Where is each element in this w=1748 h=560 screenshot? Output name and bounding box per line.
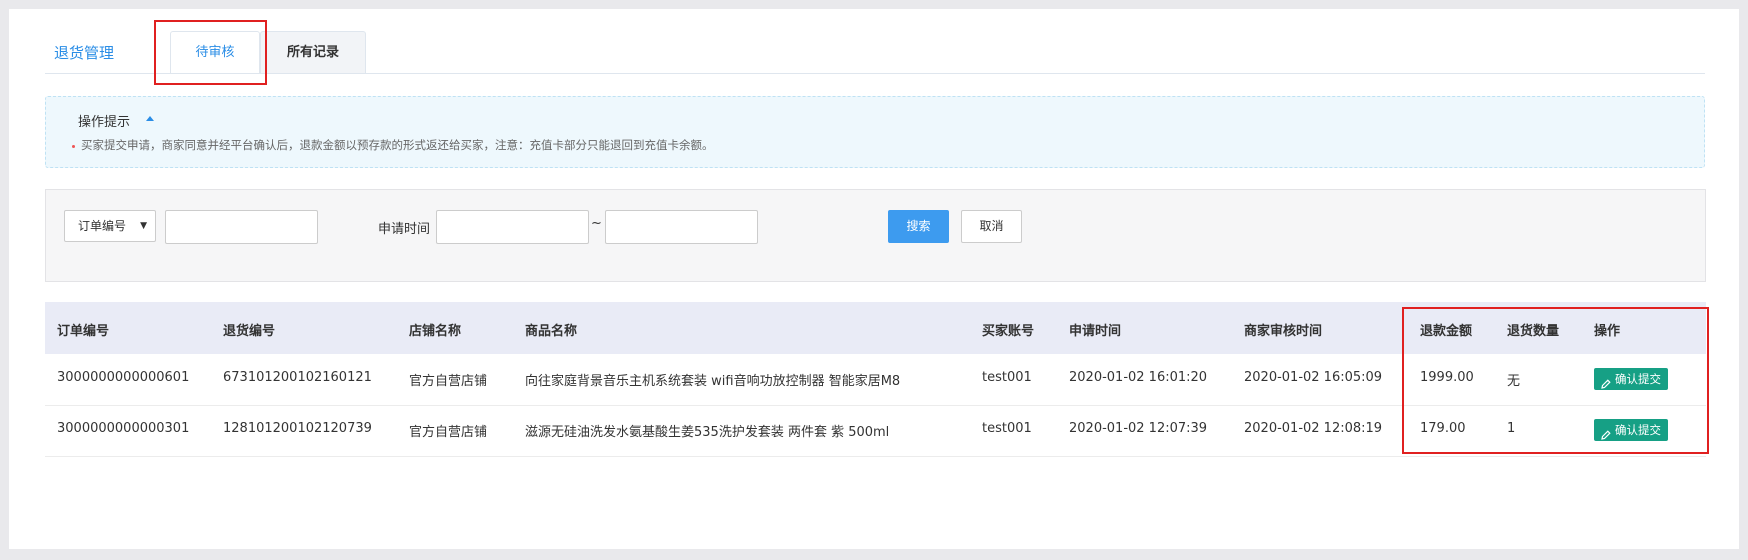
caret-down-icon: ▼	[140, 221, 147, 231]
tips-text: 买家提交申请，商家同意并经平台确认后，退款金额以预存款的形式返还给买家，注意：充…	[81, 138, 714, 152]
tab-divider	[45, 73, 1705, 74]
order-number: 3000000000000301	[57, 421, 190, 436]
column-header: 申请时间	[1069, 324, 1122, 339]
column-header: 退款金额	[1420, 324, 1473, 339]
column-header: 退货编号	[223, 324, 276, 339]
refund-amount: 179.00	[1420, 421, 1466, 436]
bullet-icon	[72, 145, 75, 148]
table-header: 订单编号 退货编号 店铺名称 商品名称 买家账号 申请时间 商家审核时间 退款金…	[45, 302, 1706, 354]
return-quantity: 无	[1507, 374, 1521, 389]
tab-all-records[interactable]: 所有记录	[260, 31, 366, 73]
buyer-account: test001	[982, 370, 1032, 385]
tips-box: 操作提示 买家提交申请，商家同意并经平台确认后，退款金额以预存款的形式返还给买家…	[45, 96, 1705, 168]
return-number: 673101200102160121	[223, 370, 372, 385]
confirm-submit-button[interactable]: 确认提交	[1594, 419, 1668, 441]
apply-time: 2020-01-02 16:01:20	[1069, 370, 1208, 385]
review-time: 2020-01-02 12:08:19	[1244, 421, 1383, 436]
pencil-icon	[1601, 374, 1611, 396]
search-field-select[interactable]: 订单编号 ▼	[64, 210, 156, 242]
confirm-submit-label: 确认提交	[1615, 372, 1661, 386]
column-header: 店铺名称	[409, 324, 462, 339]
column-header: 订单编号	[57, 324, 110, 339]
column-header: 买家账号	[982, 324, 1035, 339]
store-name: 官方自营店铺	[409, 374, 488, 389]
column-header: 商家审核时间	[1244, 324, 1323, 339]
cancel-button[interactable]: 取消	[961, 210, 1022, 243]
select-value: 订单编号	[78, 219, 127, 233]
store-name: 官方自营店铺	[409, 425, 488, 440]
caret-up-icon[interactable]	[146, 116, 154, 121]
column-header: 商品名称	[525, 324, 578, 339]
end-time-input[interactable]	[605, 210, 758, 244]
confirm-submit-button[interactable]: 确认提交	[1594, 368, 1668, 390]
confirm-submit-label: 确认提交	[1615, 423, 1661, 437]
tips-title: 操作提示	[78, 115, 131, 130]
return-quantity: 1	[1507, 421, 1516, 436]
return-number: 128101200102120739	[223, 421, 372, 436]
product-name: 向往家庭背景音乐主机系统套装 wifi音响功放控制器 智能家居M8	[525, 374, 901, 389]
product-name: 滋源无硅油洗发水氨基酸生姜535洗护发套装 两件套 紫 500ml	[525, 425, 890, 440]
column-header: 操作	[1594, 324, 1621, 339]
tab-pending[interactable]: 待审核	[170, 31, 260, 74]
apply-time: 2020-01-02 12:07:39	[1069, 421, 1208, 436]
time-separator: ~	[591, 216, 602, 231]
order-number: 3000000000000601	[57, 370, 190, 385]
refund-amount: 1999.00	[1420, 370, 1474, 385]
page-title: 退货管理	[54, 44, 115, 62]
review-time: 2020-01-02 16:05:09	[1244, 370, 1383, 385]
table-row: 3000000000000601 673101200102160121 官方自营…	[45, 354, 1706, 406]
column-header: 退货数量	[1507, 324, 1560, 339]
order-number-input[interactable]	[165, 210, 318, 244]
start-time-input[interactable]	[436, 210, 589, 244]
buyer-account: test001	[982, 421, 1032, 436]
search-button[interactable]: 搜索	[888, 210, 949, 243]
pencil-icon	[1601, 425, 1611, 447]
search-bar: 订单编号 ▼ 申请时间 ~ 搜索 取消	[45, 189, 1706, 282]
apply-time-label: 申请时间	[378, 222, 431, 237]
table-row: 3000000000000301 128101200102120739 官方自营…	[45, 405, 1706, 457]
